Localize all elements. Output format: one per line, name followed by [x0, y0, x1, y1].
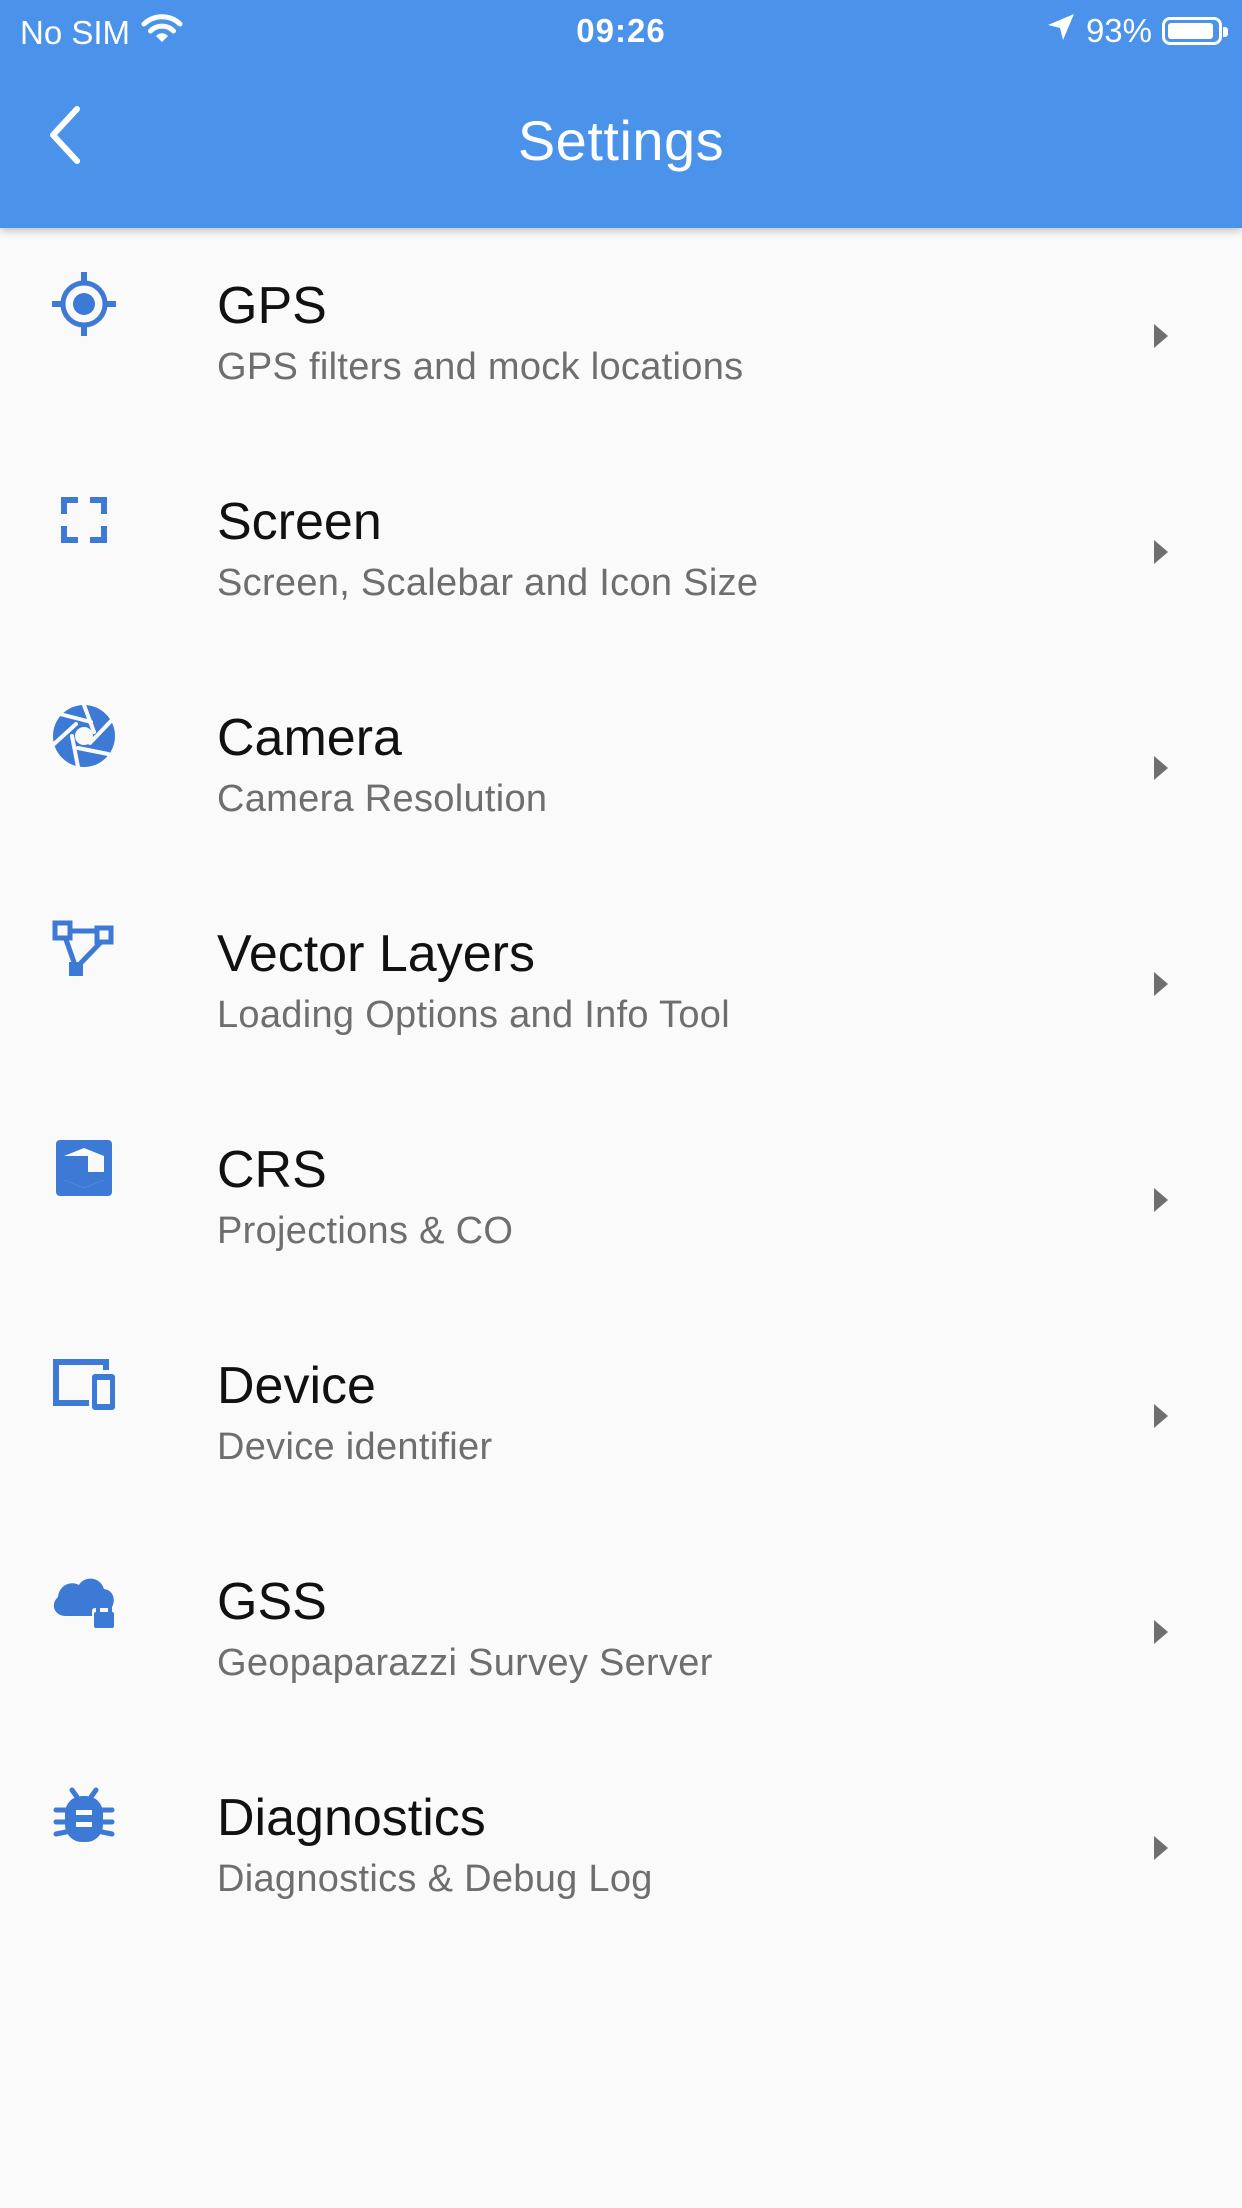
- item-title: GPS: [217, 277, 327, 335]
- item-title: Vector Layers: [217, 925, 535, 983]
- camera-shutter-icon: [48, 700, 120, 772]
- chevron-right-icon: [1154, 1188, 1168, 1212]
- item-title: GSS: [217, 1573, 327, 1631]
- gps-target-icon: [48, 268, 120, 340]
- item-title: Diagnostics: [217, 1789, 486, 1847]
- item-title: Camera: [217, 709, 402, 767]
- status-right: 93%: [1046, 12, 1228, 50]
- battery-fill: [1168, 23, 1213, 39]
- chevron-right-icon: [1154, 1404, 1168, 1428]
- item-subtitle: GPS filters and mock locations: [217, 346, 744, 388]
- battery-tip: [1223, 27, 1228, 37]
- cloud-lock-icon: [48, 1564, 120, 1636]
- settings-item-diagnostics[interactable]: Diagnostics Diagnostics & Debug Log: [0, 1740, 1242, 1956]
- devices-icon: [48, 1348, 120, 1420]
- fullscreen-icon: [48, 484, 120, 556]
- bug-icon: [48, 1780, 120, 1852]
- item-subtitle: Projections & CO: [217, 1210, 514, 1252]
- status-bar: No SIM 09:26 93%: [0, 0, 1242, 62]
- settings-item-camera[interactable]: Camera Camera Resolution: [0, 660, 1242, 876]
- item-subtitle: Loading Options and Info Tool: [217, 994, 730, 1036]
- item-subtitle: Device identifier: [217, 1426, 493, 1468]
- chevron-right-icon: [1154, 972, 1168, 996]
- item-subtitle: Screen, Scalebar and Icon Size: [217, 562, 759, 604]
- settings-screen: No SIM 09:26 93% Settings GPS GPS filter…: [0, 0, 1242, 2208]
- settings-item-vector-layers[interactable]: Vector Layers Loading Options and Info T…: [0, 876, 1242, 1092]
- chevron-right-icon: [1154, 1836, 1168, 1860]
- settings-item-crs[interactable]: CRS Projections & CO: [0, 1092, 1242, 1308]
- location-arrow-icon: [1046, 12, 1076, 50]
- item-title: Device: [217, 1357, 376, 1415]
- nav-bar: Settings: [0, 62, 1242, 228]
- projection-icon: [48, 1132, 120, 1204]
- item-subtitle: Camera Resolution: [217, 778, 548, 820]
- app-header: No SIM 09:26 93% Settings: [0, 0, 1242, 228]
- settings-item-device[interactable]: Device Device identifier: [0, 1308, 1242, 1524]
- battery-percent: 93%: [1085, 12, 1152, 49]
- chevron-right-icon: [1154, 1620, 1168, 1644]
- settings-list: GPS GPS filters and mock locations Scree…: [0, 228, 1242, 1956]
- vector-polyline-icon: [48, 916, 120, 988]
- chevron-right-icon: [1154, 756, 1168, 780]
- item-subtitle: Diagnostics & Debug Log: [217, 1858, 653, 1900]
- settings-item-screen[interactable]: Screen Screen, Scalebar and Icon Size: [0, 444, 1242, 660]
- item-title: Screen: [217, 493, 382, 551]
- chevron-right-icon: [1154, 324, 1168, 348]
- settings-item-gps[interactable]: GPS GPS filters and mock locations: [0, 228, 1242, 444]
- item-subtitle: Geopaparazzi Survey Server: [217, 1642, 713, 1684]
- page-title: Settings: [517, 109, 725, 172]
- chevron-right-icon: [1154, 540, 1168, 564]
- battery-icon: [1162, 17, 1228, 45]
- item-title: CRS: [217, 1141, 327, 1199]
- settings-item-gss[interactable]: GSS Geopaparazzi Survey Server: [0, 1524, 1242, 1740]
